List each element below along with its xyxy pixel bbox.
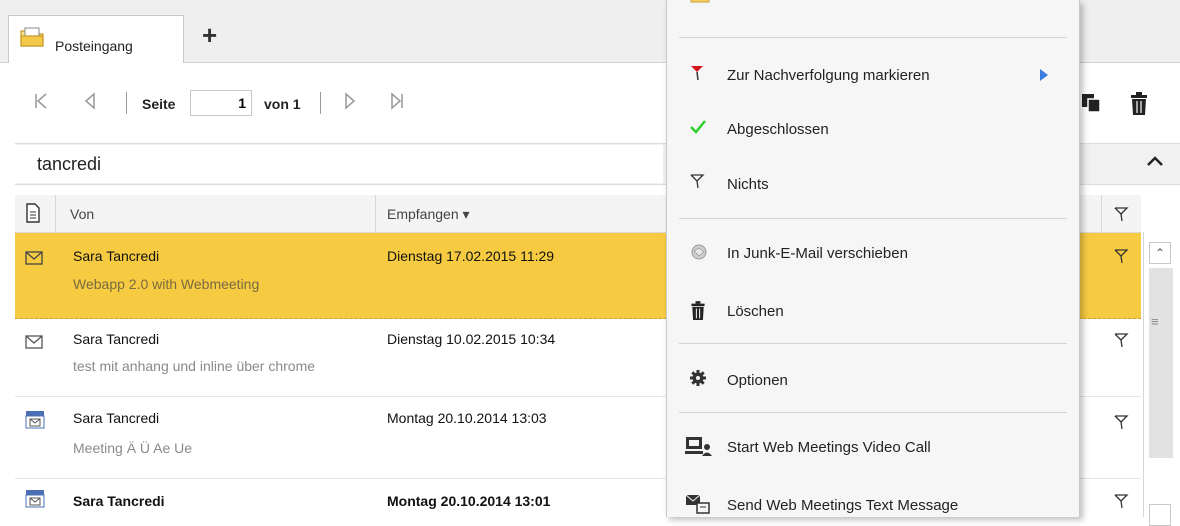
page-number-input[interactable] — [190, 90, 252, 116]
message-sender: Sara Tancredi — [73, 493, 165, 509]
chevron-up-icon[interactable] — [1146, 148, 1164, 174]
mail-envelope-icon — [25, 249, 43, 268]
message-sender: Sara Tancredi — [73, 331, 160, 347]
last-page-icon[interactable] — [390, 92, 404, 115]
scroll-down-icon[interactable] — [1149, 504, 1171, 526]
video-call-icon — [685, 436, 713, 461]
menu-item-label: Abgeschlossen — [727, 121, 829, 138]
delete-icon[interactable] — [1128, 92, 1150, 119]
menu-item-label: Zur Nachverfolgung markieren — [727, 67, 930, 84]
menu-item-label: Nichts — [727, 176, 769, 193]
red-flag-icon — [689, 64, 705, 85]
check-icon — [689, 118, 707, 137]
flag-icon[interactable] — [1113, 248, 1129, 267]
menu-item-video-call[interactable]: Start Web Meetings Video Call — [667, 432, 1079, 462]
message-sender: Sara Tancredi — [73, 410, 160, 426]
menu-separator — [679, 343, 1067, 344]
message-subject: test mit anhang und inline über chrome — [73, 358, 316, 374]
menu-separator — [679, 218, 1067, 219]
menu-item-follow-up[interactable]: Zur Nachverfolgung markieren — [667, 60, 1079, 90]
tab-inbox-label: Posteingang — [55, 38, 133, 54]
submenu-arrow-icon — [1039, 68, 1049, 85]
menu-separator — [679, 412, 1067, 413]
message-sender: Sara Tancredi — [73, 248, 160, 264]
column-header-from[interactable]: Von — [70, 206, 94, 222]
column-header-received[interactable]: Empfangen ▾ — [387, 206, 470, 223]
flag-column-icon[interactable] — [1113, 206, 1129, 225]
menu-item-junk[interactable]: In Junk-E-Mail verschieben — [667, 238, 1079, 268]
column-divider — [375, 195, 376, 232]
empty-flag-icon — [689, 173, 705, 192]
scroll-up-icon[interactable]: ⌃ — [1149, 242, 1171, 264]
next-page-icon[interactable] — [344, 92, 356, 115]
menu-item-label: Optionen — [727, 372, 788, 389]
flag-icon[interactable] — [1113, 332, 1129, 351]
menu-item-none[interactable]: Nichts — [667, 169, 1079, 199]
menu-separator — [679, 37, 1067, 38]
menu-item-label: Send Web Meetings Text Message — [727, 497, 959, 514]
menu-item-label: In Junk-E-Mail verschieben — [727, 245, 908, 262]
tab-inbox[interactable]: Posteingang — [8, 15, 184, 63]
pager-divider — [320, 92, 321, 114]
flag-icon[interactable] — [1113, 414, 1129, 433]
meeting-request-icon — [25, 409, 45, 432]
scrollbar-thumb[interactable] — [1149, 268, 1173, 458]
pager-divider — [126, 92, 127, 114]
page-label: Seite — [142, 96, 176, 112]
trash-icon — [689, 300, 707, 325]
junk-icon — [689, 242, 709, 265]
menu-item-label: Start Web Meetings Video Call — [727, 439, 931, 456]
message-subject: Meeting Ä Ü Ae Ue — [73, 440, 193, 456]
page-count-label: von 1 — [264, 96, 301, 112]
copy-icon[interactable] — [1080, 92, 1104, 117]
grip-icon: ≡ — [1151, 314, 1159, 329]
menu-item-delete[interactable]: Löschen — [667, 296, 1079, 326]
message-received: Dienstag 10.02.2015 10:34 — [387, 331, 556, 347]
add-tab-button[interactable]: + — [202, 22, 217, 48]
menu-item-completed[interactable]: Abgeschlossen — [667, 114, 1079, 144]
message-received: Montag 20.10.2014 13:03 — [387, 410, 547, 426]
message-received: Montag 20.10.2014 13:01 — [387, 493, 551, 509]
flag-icon[interactable] — [1113, 493, 1129, 512]
mail-envelope-icon — [25, 333, 43, 352]
previous-page-icon[interactable] — [84, 92, 96, 115]
document-icon — [25, 203, 41, 226]
menu-item-partial[interactable] — [667, 0, 1079, 12]
first-page-icon[interactable] — [34, 92, 48, 115]
column-divider — [55, 195, 56, 232]
message-received: Dienstag 17.02.2015 11:29 — [387, 248, 555, 264]
menu-item-text-message[interactable]: Send Web Meetings Text Message — [667, 490, 1079, 520]
meeting-request-icon — [25, 488, 45, 511]
menu-item-options[interactable]: Optionen — [667, 365, 1079, 395]
pagination-toolbar: Seite von 1 — [0, 84, 660, 124]
category-icon — [689, 0, 711, 7]
text-message-icon — [685, 494, 713, 519]
context-menu: Zur Nachverfolgung markieren Abgeschloss… — [666, 0, 1080, 517]
menu-item-label: Löschen — [727, 303, 784, 320]
message-list-scrollbar[interactable]: ⌃ ≡ — [1143, 232, 1178, 526]
inbox-folder-icon — [19, 26, 47, 51]
search-input[interactable] — [15, 145, 663, 183]
column-divider — [1101, 195, 1102, 232]
message-subject: Webapp 2.0 with Webmeeting — [73, 276, 260, 292]
gear-icon — [689, 369, 707, 390]
